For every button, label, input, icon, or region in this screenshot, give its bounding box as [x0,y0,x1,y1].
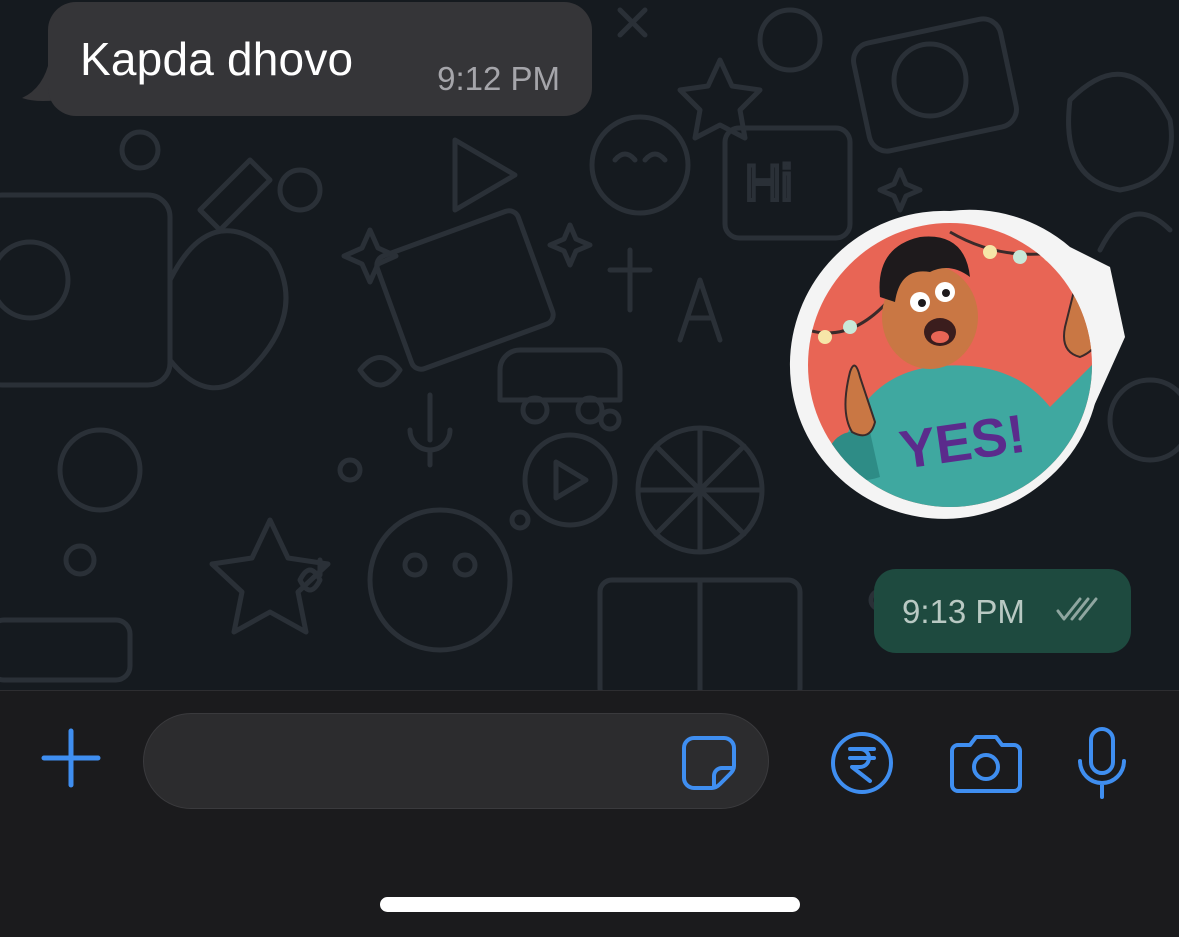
home-indicator[interactable] [380,897,800,912]
outgoing-message-meta[interactable]: 9:13 PM [874,569,1131,653]
rupee-icon[interactable] [828,729,896,797]
plus-icon[interactable] [36,723,106,793]
read-ticks-icon [1056,597,1098,621]
yes-sticker[interactable]: YES! [780,207,1130,519]
sticker-icon[interactable] [678,732,740,794]
microphone-icon[interactable] [1072,725,1132,803]
message-input-container[interactable] [143,713,769,809]
camera-icon[interactable] [948,729,1024,797]
message-text: Kapda dhovo [80,33,354,85]
message-time: 9:13 PM [902,593,1025,630]
message-time: 9:12 PM [437,60,560,97]
message-input[interactable] [180,732,674,792]
chat-area: Hi Kapda dhovo 9:12 PM YES! 9:13 PM [0,0,1179,690]
svg-text:Hi: Hi [745,155,792,211]
incoming-message[interactable]: Kapda dhovo 9:12 PM [48,2,592,116]
